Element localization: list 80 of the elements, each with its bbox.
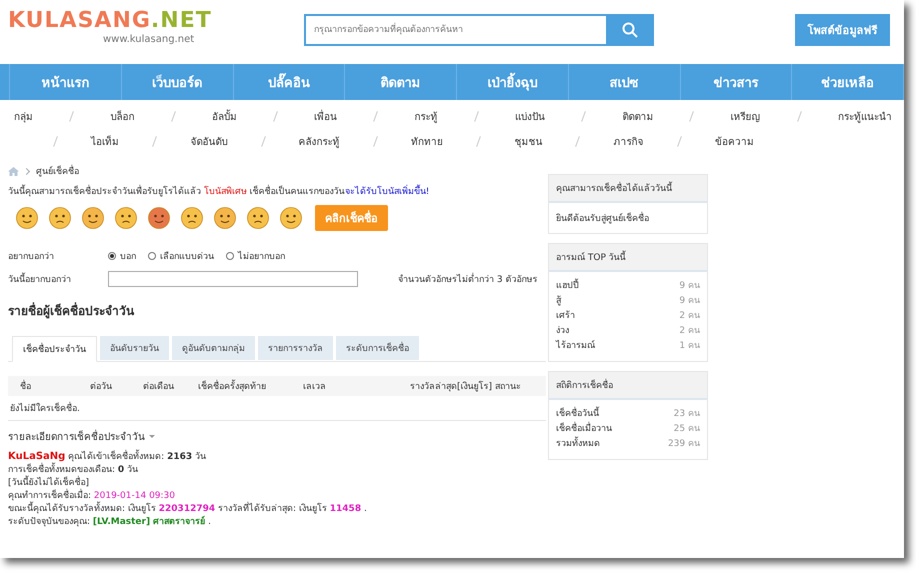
caret-icon[interactable] bbox=[149, 435, 155, 438]
stat-value: 23 คน bbox=[674, 408, 700, 421]
emoticon-icon[interactable] bbox=[16, 207, 38, 229]
sub-nav-item[interactable]: เหรียญ bbox=[730, 109, 761, 124]
sub-nav-item[interactable]: กระทู้ bbox=[414, 109, 438, 124]
stat-value: 2 คน bbox=[679, 310, 700, 323]
detail-line: คุณทำการเช็คชื่อเมื่อ: 2019-01-14 09:30 bbox=[8, 490, 546, 503]
emoticon-icon[interactable] bbox=[280, 207, 302, 229]
stat-label: รวมทั้งหมด bbox=[556, 437, 600, 452]
panel-title: คุณสามารถเช็คชื่อได้แล้ววันนี้ bbox=[549, 175, 707, 203]
tab[interactable]: ดูอันดับตามกลุ่ม bbox=[172, 336, 255, 360]
column-header: ชื่อ bbox=[20, 379, 90, 393]
tab[interactable]: รายการรางวัล bbox=[258, 336, 333, 360]
sub-nav-item[interactable]: กลุ่ม bbox=[14, 109, 33, 124]
radio-option[interactable]: ไม่อยากบอก bbox=[226, 249, 285, 263]
breadcrumb-item[interactable]: ศูนย์เช็คชื่อ bbox=[36, 164, 79, 178]
column-header: เช็คชื่อครั้งสุดท้าย bbox=[198, 379, 303, 393]
sub-nav-item[interactable]: เพื่อน bbox=[314, 109, 338, 124]
emoticon-icon[interactable] bbox=[181, 207, 203, 229]
tab[interactable]: เช็คชื่อประจำวัน bbox=[12, 336, 97, 362]
emoticon-icon[interactable] bbox=[214, 207, 236, 229]
emoticon-icon[interactable] bbox=[49, 207, 71, 229]
sub-nav-item[interactable]: ข้อความ bbox=[714, 134, 754, 149]
stat-value: 9 คน bbox=[679, 295, 700, 308]
section-title: รายชื่อผู้เช็คชื่อประจำวัน bbox=[8, 301, 136, 320]
stat-label: สู้ bbox=[556, 294, 561, 308]
panel-title: สถิติการเช็คชื่อ bbox=[549, 372, 707, 400]
sub-nav-item[interactable]: กระทู้แนะนำ bbox=[838, 109, 892, 124]
sub-nav-item[interactable]: บล็อก bbox=[110, 109, 134, 124]
intro-text: วันนี้คุณสามารถเช็คชื่อประจำวันเพื่อรับยูโรได้แล้ว โบนัสพิเศษ เช็คชื่อเป็นคนแรกของวันจะได้รับโบนัสเพิ่มขึ้น! bbox=[8, 184, 546, 198]
logo-url: www.kulasang.net bbox=[103, 34, 196, 46]
sub-nav-item[interactable]: คลังกระทู้ bbox=[298, 134, 340, 149]
radio-option[interactable]: เลือกแบบด่วน bbox=[148, 249, 214, 263]
sub-nav-item[interactable]: ไอเท็ม bbox=[91, 134, 120, 149]
stat-label: ไร้อารมณ์ bbox=[556, 339, 595, 353]
empty-message: ยังไม่มีใครเช็คชื่อ. bbox=[8, 396, 546, 421]
search-field[interactable]: กรุณากรอกข้อความที่คุณต้องการค้นหา bbox=[304, 14, 606, 46]
sub-nav-item[interactable]: ภารกิจ bbox=[614, 134, 644, 149]
field-label: วันนี้อยากบอกว่า bbox=[8, 272, 108, 286]
detail-line: ระดับปัจจุบันของคุณ: [LV.Master] ศาสตราจารย์ . bbox=[8, 516, 212, 529]
sub-nav-item[interactable]: ติดตาม bbox=[622, 109, 654, 124]
panel-text: ยินดีต้อนรับสู่ศูนย์เช็คชื่อ bbox=[549, 203, 707, 233]
message-field[interactable] bbox=[108, 271, 358, 287]
radio-option[interactable]: บอก bbox=[108, 249, 136, 263]
search-button[interactable] bbox=[606, 14, 654, 46]
section-title[interactable]: รายละเอียดการเช็คชื่อประจำวัน bbox=[8, 429, 145, 444]
sub-nav-item[interactable]: อัลบั้ม bbox=[212, 109, 237, 124]
emoticon-icon[interactable] bbox=[115, 207, 137, 229]
stat-value: 1 คน bbox=[679, 340, 700, 353]
panel-title: อารมณ์ TOP วันนี้ bbox=[549, 244, 707, 272]
stat-value: 9 คน bbox=[679, 280, 700, 293]
field-label: อยากบอกว่า bbox=[8, 251, 55, 263]
column-header: สถานะ bbox=[495, 381, 522, 393]
detail-line: การเช็คชื่อทั้งหมดของเดือน: 0 วัน bbox=[8, 464, 546, 477]
emoticon-icon[interactable] bbox=[82, 207, 104, 229]
sub-nav-item[interactable]: แบ่งปัน bbox=[514, 109, 545, 124]
detail-line: [วันนี้ยังไม่ได้เช็คชื่อ] bbox=[8, 477, 546, 490]
tab[interactable]: ระดับการเช็คชื่อ bbox=[336, 336, 419, 360]
detail-line: ขณะนี้คุณได้รับรางวัลทั้งหมด: เงินยูโร 220312794 รางวัลที่ได้รับล่าสุด: เงินยูโร 11458 . bbox=[8, 503, 546, 516]
stat-label: แฮปปี้ bbox=[556, 279, 579, 294]
stat-value: 2 คน bbox=[679, 325, 700, 338]
column-header: ต่อวัน bbox=[90, 381, 113, 393]
tab[interactable]: อันดับรายวัน bbox=[100, 336, 169, 360]
sub-nav-item[interactable]: ชุมชน bbox=[514, 134, 542, 149]
stat-label: เช็คชื่อวันนี้ bbox=[556, 407, 599, 422]
emoticon-icon[interactable] bbox=[148, 207, 170, 229]
stat-label: เศร้า bbox=[556, 310, 575, 323]
stat-value: 25 คน bbox=[674, 423, 700, 436]
column-header: รางวัลล่าสุด[เงินยูโร] bbox=[410, 380, 494, 393]
detail-line: KuLaSaNg คุณได้เข้าเช็คชื่อทั้งหมด: 2163 วัน bbox=[8, 450, 207, 462]
stat-label: เช็คชื่อเมื่อวาน bbox=[556, 422, 612, 437]
emoticon-icon[interactable] bbox=[247, 207, 269, 229]
stat-value: 239 คน bbox=[668, 438, 700, 451]
sub-nav-item[interactable]: จัดอันดับ bbox=[190, 134, 228, 149]
column-header: เลเวล bbox=[303, 381, 327, 393]
field-hint: จำนวนตัวอักษรไม่ต่ำกว่า 3 ตัวอักษร bbox=[398, 272, 538, 286]
column-header: ต่อเดือน bbox=[143, 380, 175, 393]
sub-nav-item[interactable]: ทักทาย bbox=[410, 134, 443, 149]
search-icon bbox=[622, 22, 638, 38]
stat-label: ง่วง bbox=[556, 325, 569, 338]
